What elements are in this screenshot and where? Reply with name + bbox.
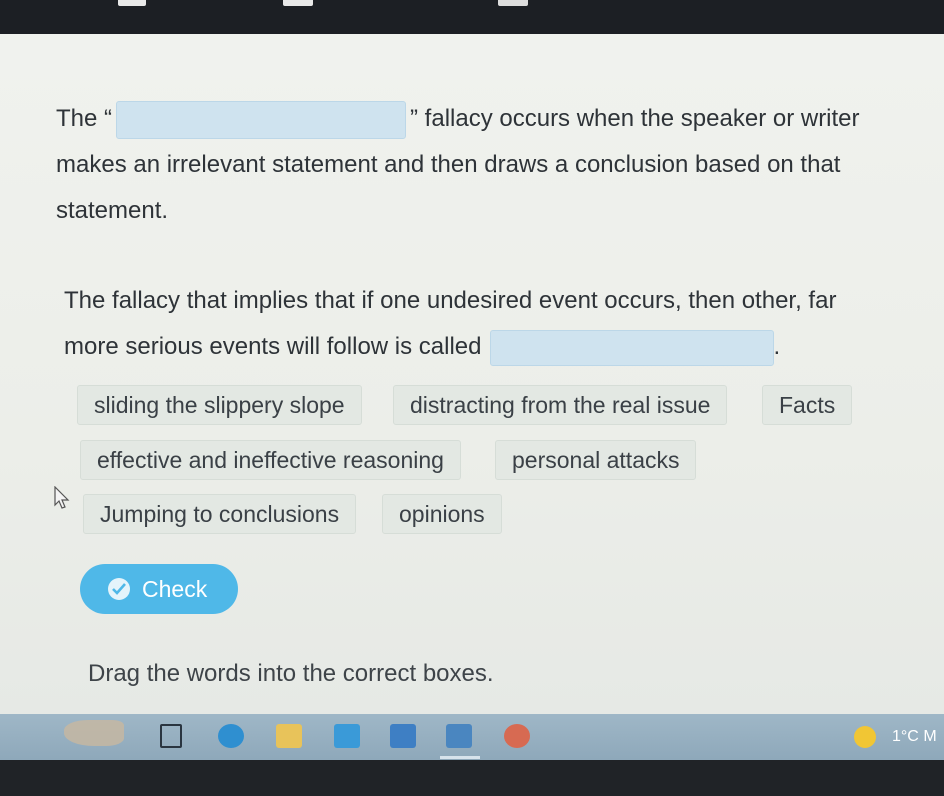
word-chip[interactable]: personal attacks (495, 440, 697, 480)
taskbar: 1°C M (0, 714, 944, 760)
mouse-cursor-icon (54, 486, 70, 509)
taskbar-decoration (64, 720, 124, 746)
monitor-bezel-bottom (0, 760, 944, 796)
drop-box-1[interactable] (116, 100, 407, 139)
question-2-end: . (773, 333, 781, 360)
quiz-page: The “” fallacy occurs when the speaker o… (0, 34, 944, 714)
screen-photo: The “” fallacy occurs when the speaker o… (0, 0, 944, 796)
check-circle-icon (108, 578, 130, 600)
top-glyph (283, 0, 313, 6)
chrome-icon[interactable] (504, 724, 530, 748)
top-glyph (498, 0, 528, 6)
word-chip[interactable]: Jumping to conclusions (83, 494, 357, 534)
word-chip[interactable]: Facts (762, 385, 853, 425)
top-glyph (118, 0, 146, 6)
weather-temperature[interactable]: 1°C M (892, 728, 937, 746)
question-1: The “” fallacy occurs when the speaker o… (56, 96, 916, 234)
word-chip[interactable]: distracting from the real issue (393, 385, 728, 425)
file-explorer-icon[interactable] (276, 724, 302, 748)
active-app-indicator (440, 756, 480, 759)
teams-icon[interactable] (446, 724, 472, 748)
question-1-prefix: The “ (56, 105, 113, 132)
edge-icon[interactable] (218, 724, 244, 748)
weather-icon[interactable] (854, 726, 876, 748)
store-icon[interactable] (390, 724, 416, 748)
word-chip[interactable]: sliding the slippery slope (77, 385, 362, 425)
question-2: The fallacy that implies that if one und… (64, 278, 894, 370)
task-view-icon[interactable] (160, 724, 182, 748)
monitor-bezel-top (0, 0, 944, 34)
drop-box-2[interactable] (489, 329, 774, 366)
check-button-label: Check (142, 576, 208, 602)
instructions-text: Drag the words into the correct boxes. (88, 660, 494, 687)
mail-icon[interactable] (334, 724, 360, 748)
word-chip[interactable]: effective and ineffective reasoning (80, 440, 461, 480)
check-button[interactable]: Check (80, 564, 238, 614)
word-chip[interactable]: opinions (382, 494, 502, 534)
